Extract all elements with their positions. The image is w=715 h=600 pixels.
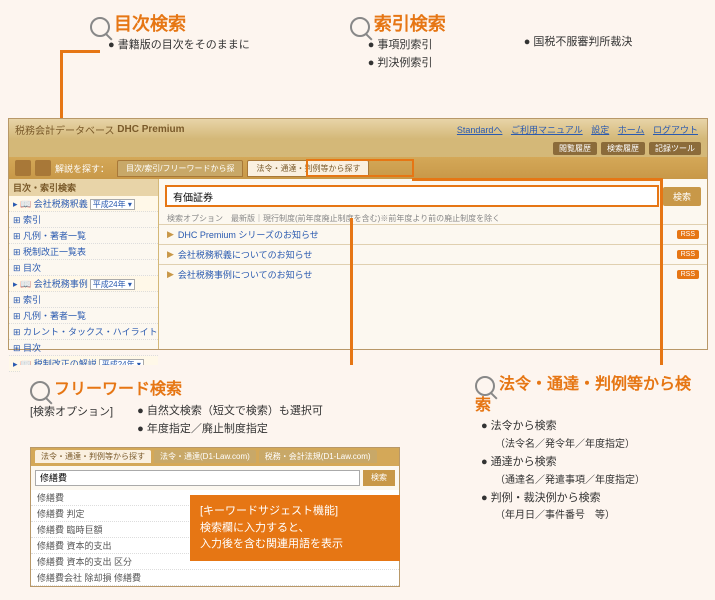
law-item: 法令から検索 xyxy=(481,417,695,436)
mini-tab[interactable]: 法令・通達(D1-Law.com) xyxy=(154,450,256,463)
tab-toc-index[interactable]: 目次/索引/フリーワードから探 xyxy=(117,160,243,177)
sidebar-item[interactable]: ▸ 📖 会社税務事例平成24年 ▾ xyxy=(9,276,158,292)
sidebar-item[interactable]: ▸ 📖 会社税務釈義平成24年 ▾ xyxy=(9,196,158,212)
toolbar-label: 解説を探す： xyxy=(55,162,109,175)
mini-search-input[interactable] xyxy=(35,470,360,486)
news-row[interactable]: ▶会社税務事例についてのお知らせRSS xyxy=(159,264,707,284)
law-callout: 法令・通達・判例等から検索 法令から検索（法令名／発令年／年度指定）通達から検索… xyxy=(465,365,705,534)
history-search-button[interactable]: 検索履歴 xyxy=(601,142,645,155)
app-subbar: 閲覧履歴 検索履歴 記録ツール xyxy=(9,139,707,157)
law-item-sub: （法令名／発令年／年度指定） xyxy=(481,436,695,453)
nav-back-icon[interactable] xyxy=(15,160,31,176)
index-bullet: 判決例索引 xyxy=(350,55,446,73)
freeword-opt: 年度指定／廃止制度指定 xyxy=(119,421,323,439)
note-line: 入力後を含む関連用語を表示 xyxy=(200,536,390,553)
news-row[interactable]: ▶DHC Premium シリーズのお知らせRSS xyxy=(159,224,707,244)
index-bullet: 事項別索引 xyxy=(350,37,446,55)
freeword-opt-label: [検索オプション] xyxy=(30,403,113,436)
arrow-line xyxy=(350,218,353,378)
magnifier-icon xyxy=(90,17,110,37)
suggest-item[interactable]: 修繕費会社 除却損 修繕費 xyxy=(31,570,399,586)
rss-badge[interactable]: RSS xyxy=(677,230,699,239)
arrow-line xyxy=(412,178,662,181)
magnifier-icon xyxy=(350,17,370,37)
link-manual[interactable]: ご利用マニュアル xyxy=(511,125,583,135)
search-button[interactable]: 検索 xyxy=(663,187,701,206)
mini-tab[interactable]: 税務・会計法規(D1-Law.com) xyxy=(259,450,377,463)
law-item: 通達から検索 xyxy=(481,453,695,472)
arrow-line xyxy=(60,50,100,53)
mini-search-button[interactable]: 検索 xyxy=(363,470,395,486)
mini-tab[interactable]: 法令・通達・判例等から探す xyxy=(35,450,151,463)
sidebar: 目次・索引検索 ▸ 📖 会社税務釈義平成24年 ▾⊞ 索引⊞ 凡例・著者一覧⊞ … xyxy=(9,179,159,349)
extra-section: 国税不服審判所裁決 xyxy=(506,34,633,73)
index-title: 索引検索 xyxy=(374,14,446,34)
news-row[interactable]: ▶会社税務釈義についてのお知らせRSS xyxy=(159,244,707,264)
year-select[interactable]: 平成24年 ▾ xyxy=(90,199,135,210)
header-links: Standardへ ご利用マニュアル 設定 ホーム ログアウト xyxy=(454,123,701,136)
year-select[interactable]: 平成24年 ▾ xyxy=(90,279,135,290)
sidebar-item[interactable]: ⊞ 索引 xyxy=(9,292,158,308)
freeword-title: フリーワード検索 xyxy=(54,381,182,398)
sidebar-heading: 目次・索引検索 xyxy=(9,179,158,196)
sidebar-item[interactable]: ⊞ 凡例・著者一覧 xyxy=(9,228,158,244)
record-tool-button[interactable]: 記録ツール xyxy=(649,142,701,155)
note-title: [キーワードサジェスト機能] xyxy=(200,503,390,520)
search-options-text: 検索オプション 最新版｜現行制度(前年度廃止制度を含む)※前年度より前の廃止制度… xyxy=(159,213,707,224)
arrow-line xyxy=(660,178,663,378)
main-panel: 検索 検索オプション 最新版｜現行制度(前年度廃止制度を含む)※前年度より前の廃… xyxy=(159,179,707,349)
note-line: 検索欄に入力すると、 xyxy=(200,520,390,537)
app-toolbar: 解説を探す： 目次/索引/フリーワードから探 法令・通達・判例等から探す xyxy=(9,157,707,179)
history-view-button[interactable]: 閲覧履歴 xyxy=(553,142,597,155)
search-box xyxy=(165,185,659,207)
law-title: 法令・通達・判例等から検索 xyxy=(475,376,691,414)
rss-badge[interactable]: RSS xyxy=(677,250,699,259)
app-header: 税務会計データベース DHC Premium Standardへ ご利用マニュア… xyxy=(9,119,707,139)
law-item-sub: （通達名／発遣事項／年度指定） xyxy=(481,472,695,489)
sidebar-item[interactable]: ⊞ カレント・タックス・ハイライト xyxy=(9,324,158,340)
search-input[interactable] xyxy=(167,191,657,202)
magnifier-icon xyxy=(475,376,495,396)
extra-bullet: 国税不服審判所裁決 xyxy=(506,34,633,52)
link-logout[interactable]: ログアウト xyxy=(653,125,698,135)
law-item: 判例・裁決例から検索 xyxy=(481,489,695,508)
index-search-section: 索引検索 事項別索引 判決例索引 xyxy=(350,10,446,73)
tab-law[interactable]: 法令・通達・判例等から探す xyxy=(247,160,369,177)
sidebar-item[interactable]: ⊞ 税制改正一覧表 xyxy=(9,244,158,260)
sidebar-item[interactable]: ⊞ 凡例・著者一覧 xyxy=(9,308,158,324)
law-item-sub: （年月日／事件番号 等） xyxy=(481,507,695,524)
sidebar-item[interactable]: ⊞ 目次 xyxy=(9,340,158,356)
toc-bullet: 書籍版の目次をそのままに xyxy=(90,37,250,55)
link-home[interactable]: ホーム xyxy=(618,125,645,135)
rss-badge[interactable]: RSS xyxy=(677,270,699,279)
keyword-suggest-note: [キーワードサジェスト機能] 検索欄に入力すると、 入力後を含む関連用語を表示 xyxy=(190,495,400,561)
brand: DHC Premium xyxy=(117,124,184,135)
nav-fwd-icon[interactable] xyxy=(35,160,51,176)
link-settings[interactable]: 設定 xyxy=(591,125,609,135)
app-window: 税務会計データベース DHC Premium Standardへ ご利用マニュア… xyxy=(8,118,708,350)
toc-search-section: 目次検索 書籍版の目次をそのままに xyxy=(90,10,250,73)
toc-title: 目次検索 xyxy=(114,14,186,34)
link-standard[interactable]: Standardへ xyxy=(457,125,503,135)
freeword-opt: 自然文検索（短文で検索）も選択可 xyxy=(119,403,323,421)
freeword-callout: フリーワード検索 [検索オプション] 自然文検索（短文で検索）も選択可 年度指定… xyxy=(20,365,450,597)
brand-prefix: 税務会計データベース xyxy=(15,122,115,137)
sidebar-item[interactable]: ⊞ 目次 xyxy=(9,260,158,276)
sidebar-item[interactable]: ⊞ 索引 xyxy=(9,212,158,228)
magnifier-icon xyxy=(30,381,50,401)
